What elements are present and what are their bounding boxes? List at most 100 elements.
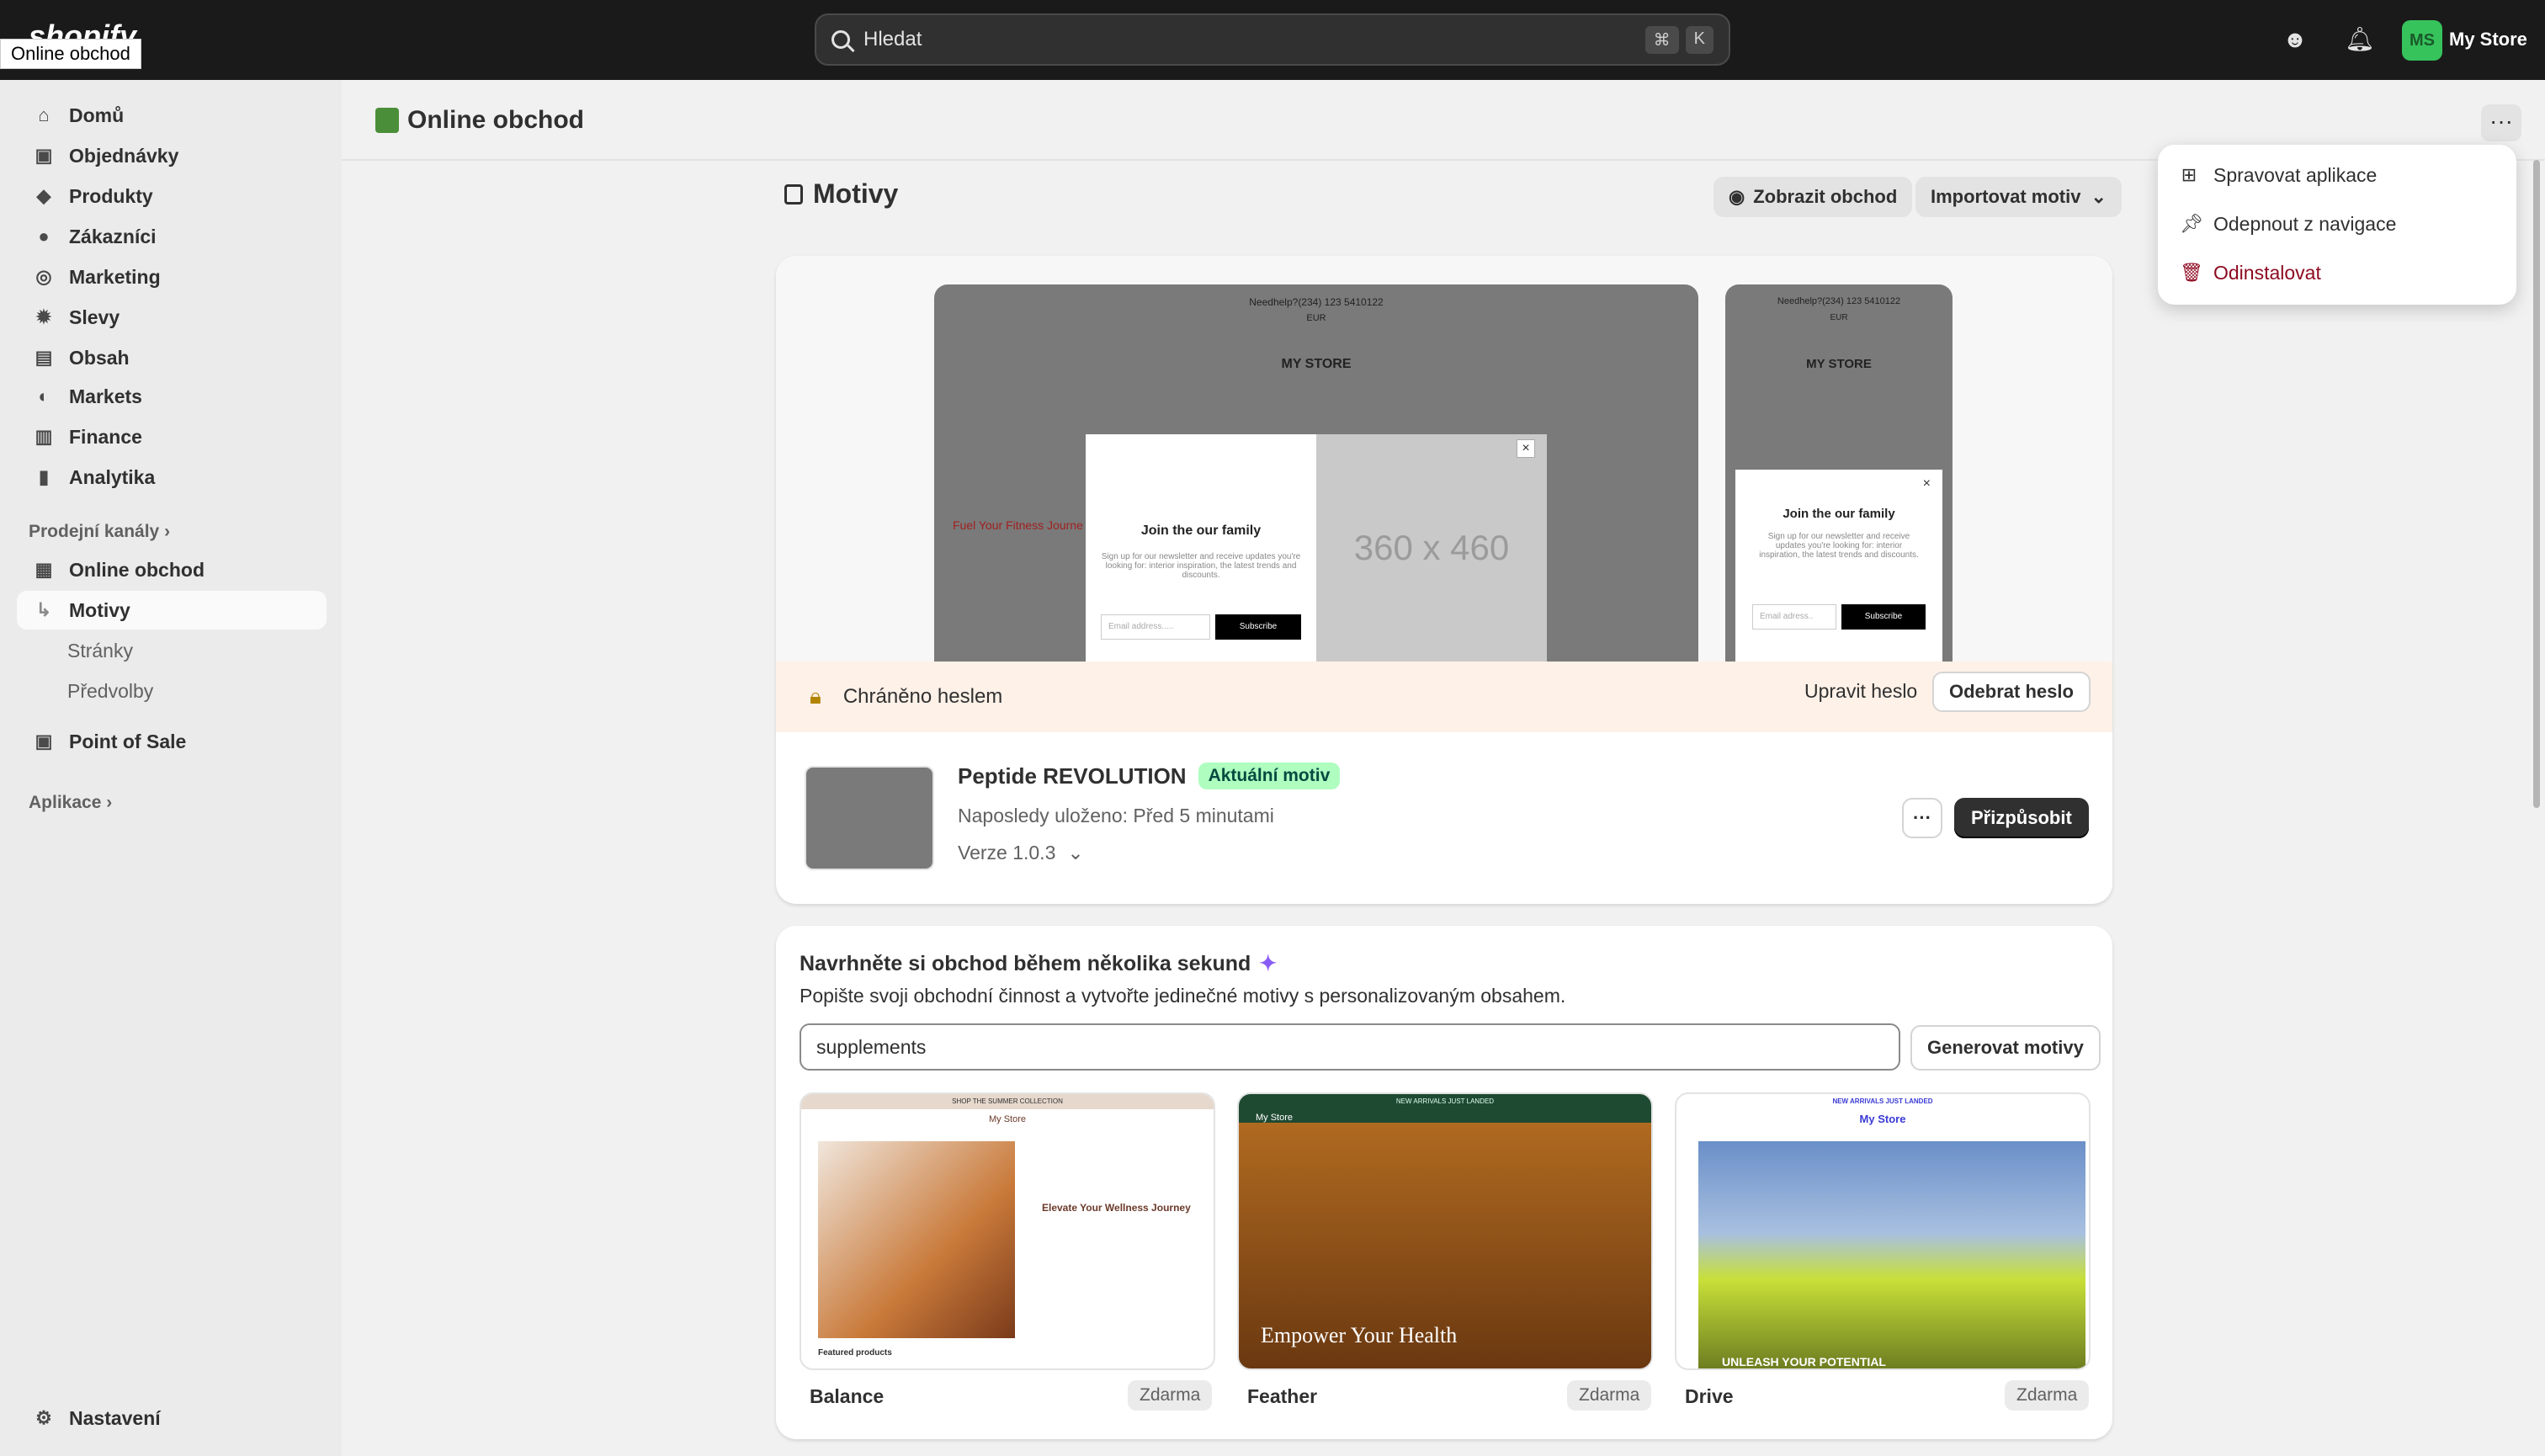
sidebar-item-label: Zákazníci — [69, 225, 157, 247]
sidebar-item-label: Finance — [69, 425, 142, 448]
sidebar-item-label: Online obchod — [69, 558, 205, 581]
sidebar-item-orders[interactable]: ▣ Objednávky — [17, 136, 327, 175]
sparkle-icon: ✦ — [1259, 952, 1278, 975]
theme-more-button[interactable]: ··· — [1902, 798, 1942, 838]
theme-card-balance[interactable]: SHOP THE SUMMER COLLECTION My Store Elev… — [800, 1092, 1215, 1370]
sidebar-item-finance[interactable]: ▥ Finance — [17, 417, 327, 456]
last-saved-text: Naposledy uloženo: Před 5 minutami — [958, 805, 1274, 826]
inbox-icon: ▣ — [35, 145, 53, 166]
sidekick-icon[interactable]: ☻ — [2281, 25, 2309, 54]
sidebar-item-products[interactable]: ◆ Produkty — [17, 177, 327, 215]
lock-icon: 🔒︎ — [810, 683, 821, 709]
popup-body: Sign up for our newsletter and receive u… — [1101, 552, 1301, 580]
theme-thumbnail — [805, 766, 934, 870]
business-description-input[interactable]: supplements — [800, 1023, 1900, 1071]
popup-title: Join the our family — [1140, 523, 1262, 538]
scrollbar[interactable] — [2533, 160, 2540, 808]
page-title: Motivy — [784, 178, 898, 210]
manage-apps-item[interactable]: ⊞ Spravovat aplikace — [2180, 158, 2378, 192]
bell-icon[interactable]: 🔔︎ — [2345, 25, 2375, 54]
logo-tooltip: Online obchod — [0, 39, 141, 69]
popup-close-icon: × — [1922, 476, 1931, 491]
remove-password-button[interactable]: Odebrat heslo — [1932, 672, 2091, 712]
theme-preview[interactable]: Needhelp?(234) 123 5410122 EUR MY STORE … — [776, 256, 2112, 662]
sidebar-item-analytics[interactable]: ▮ Analytika — [17, 458, 327, 497]
sidebar-item-customers[interactable]: ● Zákazníci — [17, 217, 327, 256]
sidebar-item-label: Marketing — [69, 265, 161, 288]
home-icon: ⌂ — [38, 104, 50, 125]
sidebar-item-home[interactable]: ⌂ Domů — [17, 96, 327, 135]
sidebar-item-discounts[interactable]: ✹ Slevy — [17, 298, 327, 337]
popup-title: Join the our family — [1783, 507, 1895, 521]
chevron-down-icon: ⌄ — [2091, 186, 2107, 207]
theme-footer: Featured products — [818, 1348, 892, 1358]
import-theme-button[interactable]: Importovat motiv ⌄ — [1915, 177, 2122, 217]
pin-icon: 📌︎ — [2180, 213, 2203, 234]
password-status: Chráněno heslem — [842, 685, 1003, 708]
search-input[interactable]: Hledat ⌘ K — [815, 13, 1730, 66]
theme-headline: Empower Your Health — [1261, 1323, 1458, 1347]
sidebar-item-settings[interactable]: ⚙ Nastavení — [17, 1399, 327, 1437]
sidebar-item-marketing[interactable]: ◎ Marketing — [17, 258, 327, 296]
sidebar-item-online-store[interactable]: ▦ Online obchod — [17, 550, 327, 589]
view-store-button[interactable]: ◉ Zobrazit obchod — [1713, 177, 1913, 217]
preview-topline: Needhelp?(234) 123 5410122 — [1249, 296, 1384, 308]
sidebar-item-label: Motivy — [69, 598, 130, 621]
search-icon — [832, 30, 850, 49]
theme-card-feather[interactable]: NEW ARRIVALS JUST LANDED My Store Empowe… — [1237, 1092, 1653, 1370]
generate-themes-button[interactable]: Generovat motivy — [1910, 1025, 2101, 1071]
sidebar-item-label: Objednávky — [69, 144, 179, 167]
target-icon: ◎ — [35, 266, 52, 287]
theme-store-name: My Store — [1256, 1113, 1294, 1123]
sales-channels-header[interactable]: Prodejní kanály › — [29, 522, 170, 542]
popup-subscribe: Subscribe — [1841, 604, 1926, 630]
sidebar-item-label: Obsah — [69, 346, 130, 369]
popup-image-placeholder: 360 x 460 — [1316, 434, 1547, 662]
sidebar-item-pos[interactable]: ▣ Point of Sale — [17, 722, 327, 761]
customize-button[interactable]: Přizpůsobit — [1954, 798, 2089, 838]
chevron-down-icon: ⌄ — [1067, 842, 1084, 864]
apps-icon: ⊞ — [2181, 164, 2197, 185]
sidebar-item-content[interactable]: ▤ Obsah — [17, 338, 327, 377]
apps-header[interactable]: Aplikace › — [29, 793, 112, 813]
theme-card-drive[interactable]: NEW ARRIVALS JUST LANDED My Store UNLEAS… — [1675, 1092, 2091, 1370]
theme-name: Peptide REVOLUTION — [958, 763, 1187, 789]
preview-hero-text: Fuel Your Fitness Journe — [953, 518, 1083, 532]
price-badge: Zdarma — [1128, 1380, 1213, 1411]
theme-name: Balance — [810, 1385, 885, 1407]
unpin-item[interactable]: 📌︎ Odepnout z navigace — [2180, 207, 2396, 241]
search-placeholder: Hledat — [863, 28, 922, 50]
tag-icon: ◆ — [36, 185, 51, 206]
popup-subscribe: Subscribe — [1215, 614, 1301, 640]
theme-name: Feather — [1247, 1385, 1318, 1407]
chart-icon: ▮ — [38, 466, 50, 487]
mobile-popup: Join the our family Sign up for our news… — [1735, 470, 1942, 662]
edit-password-link[interactable]: Upravit heslo — [1804, 680, 1917, 703]
price-badge: Zdarma — [2005, 1380, 2090, 1411]
popup-close-icon: × — [1517, 439, 1535, 458]
theme-icon — [784, 183, 803, 205]
sidebar-item-themes[interactable]: ↳ Motivy — [17, 591, 327, 630]
actions-dropdown: ⊞ Spravovat aplikace 📌︎ Odepnout z navigac… — [2158, 145, 2516, 305]
content-icon: ▤ — [35, 347, 53, 368]
sidebar-item-pages[interactable]: Stránky — [67, 640, 133, 662]
current-theme-card: Needhelp?(234) 123 5410122 EUR MY STORE … — [776, 256, 2112, 904]
app-title: Online obchod — [375, 106, 584, 135]
eye-icon: ◉ — [1729, 186, 1745, 207]
avatar[interactable]: MS — [2402, 20, 2442, 61]
sidebar-item-markets[interactable]: ◐ Markets — [17, 377, 327, 416]
store-name[interactable]: My Store — [2449, 29, 2527, 50]
sidebar-item-preferences[interactable]: Předvolby — [67, 680, 153, 703]
sidebar-item-label: Point of Sale — [69, 730, 187, 752]
more-actions-button[interactable]: ··· — [2481, 104, 2521, 141]
sidebar-item-label: Analytika — [69, 465, 156, 488]
theme-banner: NEW ARRIVALS JUST LANDED — [1832, 1097, 1933, 1105]
uninstall-item[interactable]: 🗑︎ Odinstalovat — [2180, 256, 2321, 290]
preview-store-name: MY STORE — [1281, 357, 1352, 371]
theme-headline: Elevate Your Wellness Journey — [1042, 1202, 1191, 1214]
version-selector[interactable]: Verze 1.0.3 ⌄ — [958, 842, 1084, 864]
gear-icon: ⚙ — [35, 1407, 52, 1428]
preview-currency: EUR — [1306, 313, 1326, 323]
theme-banner: NEW ARRIVALS JUST LANDED — [1395, 1097, 1495, 1105]
store-icon: ▦ — [35, 559, 53, 580]
